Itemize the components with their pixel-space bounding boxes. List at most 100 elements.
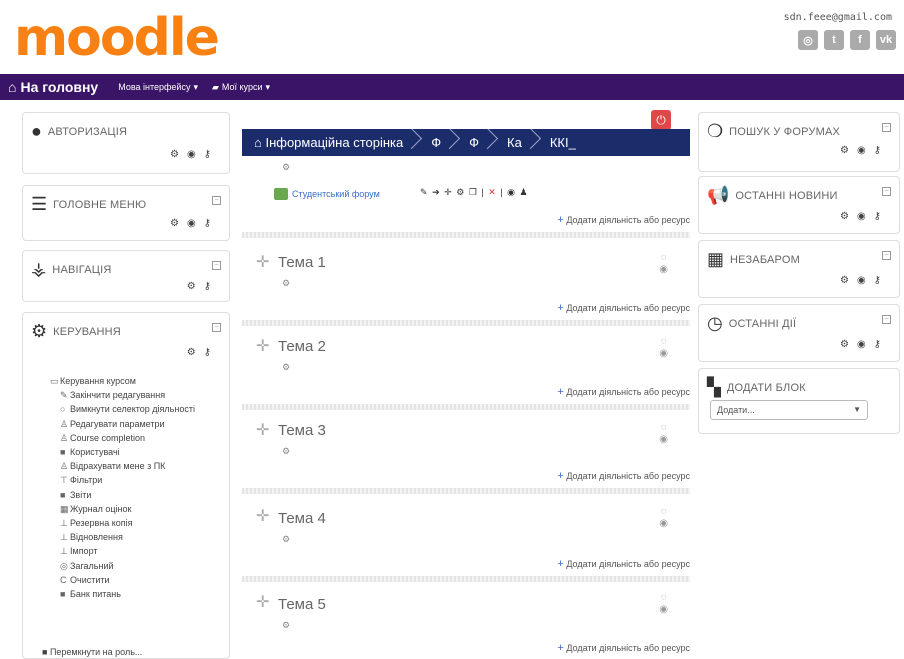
tree-item[interactable]: ⊥ Відновлення xyxy=(60,530,195,544)
tree-item[interactable]: ⊥ Резервна копія xyxy=(60,516,195,530)
tree-item[interactable]: C Очистити xyxy=(60,573,195,587)
eye-icon[interactable]: ◉ xyxy=(659,518,668,530)
add-activity-link[interactable]: + Додати діяльність або ресурс xyxy=(557,558,690,570)
eye-icon[interactable]: ◉ xyxy=(187,149,196,160)
key-icon[interactable]: ⚷ xyxy=(874,339,881,350)
tree-item[interactable]: ⊥ Імпорт xyxy=(60,544,195,558)
breadcrumb-item[interactable]: Ф xyxy=(419,135,457,150)
tree-item[interactable]: ✎ Закінчити редагування xyxy=(60,388,195,402)
section-title[interactable]: Тема 5 xyxy=(278,596,326,613)
key-icon[interactable]: ⚷ xyxy=(204,149,211,160)
facebook-icon[interactable]: f xyxy=(850,30,870,50)
move-icon[interactable]: ✛ xyxy=(256,506,269,526)
eye-icon[interactable]: ◉ xyxy=(507,187,516,197)
gear-icon[interactable]: ⚙ xyxy=(282,278,290,289)
key-icon[interactable]: ⚷ xyxy=(874,211,881,222)
tree-item[interactable]: ♙ Відрахувати мене з ПК xyxy=(60,459,195,473)
key-icon[interactable]: ⚷ xyxy=(874,145,881,156)
highlight-icon[interactable]: ◌ xyxy=(659,336,668,348)
move-icon[interactable]: ✛ xyxy=(256,252,269,272)
add-activity-link[interactable]: + Додати діяльність або ресурс xyxy=(557,642,690,654)
key-icon[interactable]: ⚷ xyxy=(204,347,211,358)
switch-role-link[interactable]: ■ Перемкнути на роль... xyxy=(42,647,142,657)
collapse-icon[interactable]: − xyxy=(882,315,891,324)
eye-icon[interactable]: ◉ xyxy=(857,211,866,222)
eye-icon[interactable]: ◉ xyxy=(659,264,668,276)
collapse-icon[interactable]: − xyxy=(882,187,891,196)
gear-icon[interactable]: ⚙ xyxy=(840,211,849,222)
add-activity-link[interactable]: + Додати діяльність або ресурс xyxy=(557,214,690,226)
collapse-icon[interactable]: − xyxy=(212,196,221,205)
section-title[interactable]: Тема 4 xyxy=(278,510,326,527)
gear-icon[interactable]: ⚙ xyxy=(282,446,290,457)
tree-item-course-admin[interactable]: ▭Керування курсом xyxy=(50,374,195,388)
key-icon[interactable]: ⚷ xyxy=(204,218,211,229)
my-courses-menu[interactable]: ▰ Мої курси ▾ xyxy=(212,82,270,93)
section-title[interactable]: Тема 3 xyxy=(278,422,326,439)
add-block-select[interactable]: Додати... ▼ xyxy=(710,400,868,420)
tree-item[interactable]: ○ Вимкнути селектор діяльності xyxy=(60,402,195,416)
move-icon[interactable]: ✛ xyxy=(256,420,269,440)
eye-icon[interactable]: ◉ xyxy=(187,218,196,229)
forum-activity[interactable]: Студентський форум xyxy=(274,188,380,200)
tree-item[interactable]: ♙ Редагувати параметри xyxy=(60,417,195,431)
gear-icon[interactable]: ⚙ xyxy=(187,281,196,292)
gear-icon[interactable]: ⚙ xyxy=(282,162,290,173)
key-icon[interactable]: ⚷ xyxy=(204,281,211,292)
move-icon[interactable]: ✛ xyxy=(444,187,453,197)
gear-icon[interactable]: ⚙ xyxy=(282,362,290,373)
collapse-icon[interactable]: − xyxy=(882,123,891,132)
twitter-icon[interactable]: t xyxy=(824,30,844,50)
user-email[interactable]: sdn.feee@gmail.com xyxy=(784,12,892,23)
gear-icon[interactable]: ⚙ xyxy=(282,620,290,631)
eye-icon[interactable]: ◉ xyxy=(659,434,668,446)
gear-icon[interactable]: ⚙ xyxy=(282,534,290,545)
tree-item[interactable]: ■ Звіти xyxy=(60,488,195,502)
tree-item[interactable]: ◎ Загальний xyxy=(60,559,195,573)
home-link[interactable]: ⌂ На головну xyxy=(8,79,98,95)
highlight-icon[interactable]: ◌ xyxy=(659,422,668,434)
power-icon[interactable]: ⏻ xyxy=(651,110,671,130)
collapse-icon[interactable]: − xyxy=(212,261,221,270)
gear-icon[interactable]: ⚙ xyxy=(170,149,179,160)
groups-icon[interactable]: ♟ xyxy=(519,187,528,197)
gear-icon[interactable]: ⚙ xyxy=(840,145,849,156)
globe-icon[interactable]: ◎ xyxy=(798,30,818,50)
tree-item[interactable]: ♙ Course completion xyxy=(60,431,195,445)
language-menu[interactable]: Мова інтерфейсу ▾ xyxy=(118,82,198,93)
section-title[interactable]: Тема 2 xyxy=(278,338,326,355)
tree-item[interactable]: ▦Журнал оцінок xyxy=(60,502,195,516)
eye-icon[interactable]: ◉ xyxy=(857,339,866,350)
gear-icon[interactable]: ⚙ xyxy=(840,275,849,286)
add-activity-link[interactable]: + Додати діяльність або ресурс xyxy=(557,470,690,482)
forum-link[interactable]: Студентський форум xyxy=(292,189,380,199)
tree-item[interactable]: ■ Банк питань xyxy=(60,587,195,601)
tree-item[interactable]: ⊤ Фільтри xyxy=(60,473,195,487)
collapse-icon[interactable]: − xyxy=(212,323,221,332)
move-icon[interactable]: ✛ xyxy=(256,336,269,356)
tree-item[interactable]: ■ Користувачі xyxy=(60,445,195,459)
vk-icon[interactable]: vk xyxy=(876,30,896,50)
add-activity-link[interactable]: + Додати діяльність або ресурс xyxy=(557,302,690,314)
delete-icon[interactable]: ✕ xyxy=(488,187,497,197)
duplicate-icon[interactable]: ❐ xyxy=(469,187,478,197)
breadcrumb-item-home[interactable]: ⌂ Інформаційна сторінка xyxy=(242,135,419,150)
eye-icon[interactable]: ◉ xyxy=(857,145,866,156)
move-right-icon[interactable]: ➔ xyxy=(432,187,441,197)
highlight-icon[interactable]: ◌ xyxy=(659,592,668,604)
breadcrumb-item[interactable]: Ф xyxy=(457,135,495,150)
breadcrumb-item[interactable]: Ка xyxy=(495,135,538,150)
highlight-icon[interactable]: ◌ xyxy=(659,506,668,518)
eye-icon[interactable]: ◉ xyxy=(659,604,668,616)
gear-icon[interactable]: ⚙ xyxy=(187,347,196,358)
highlight-icon[interactable]: ◌ xyxy=(659,252,668,264)
add-activity-link[interactable]: + Додати діяльність або ресурс xyxy=(557,386,690,398)
gear-icon[interactable]: ⚙ xyxy=(170,218,179,229)
key-icon[interactable]: ⚷ xyxy=(874,275,881,286)
gear-icon[interactable]: ⚙ xyxy=(456,187,465,197)
collapse-icon[interactable]: − xyxy=(882,251,891,260)
gear-icon[interactable]: ⚙ xyxy=(840,339,849,350)
moodle-logo[interactable]: moodle xyxy=(14,12,220,64)
move-icon[interactable]: ✛ xyxy=(256,592,269,612)
eye-icon[interactable]: ◉ xyxy=(857,275,866,286)
